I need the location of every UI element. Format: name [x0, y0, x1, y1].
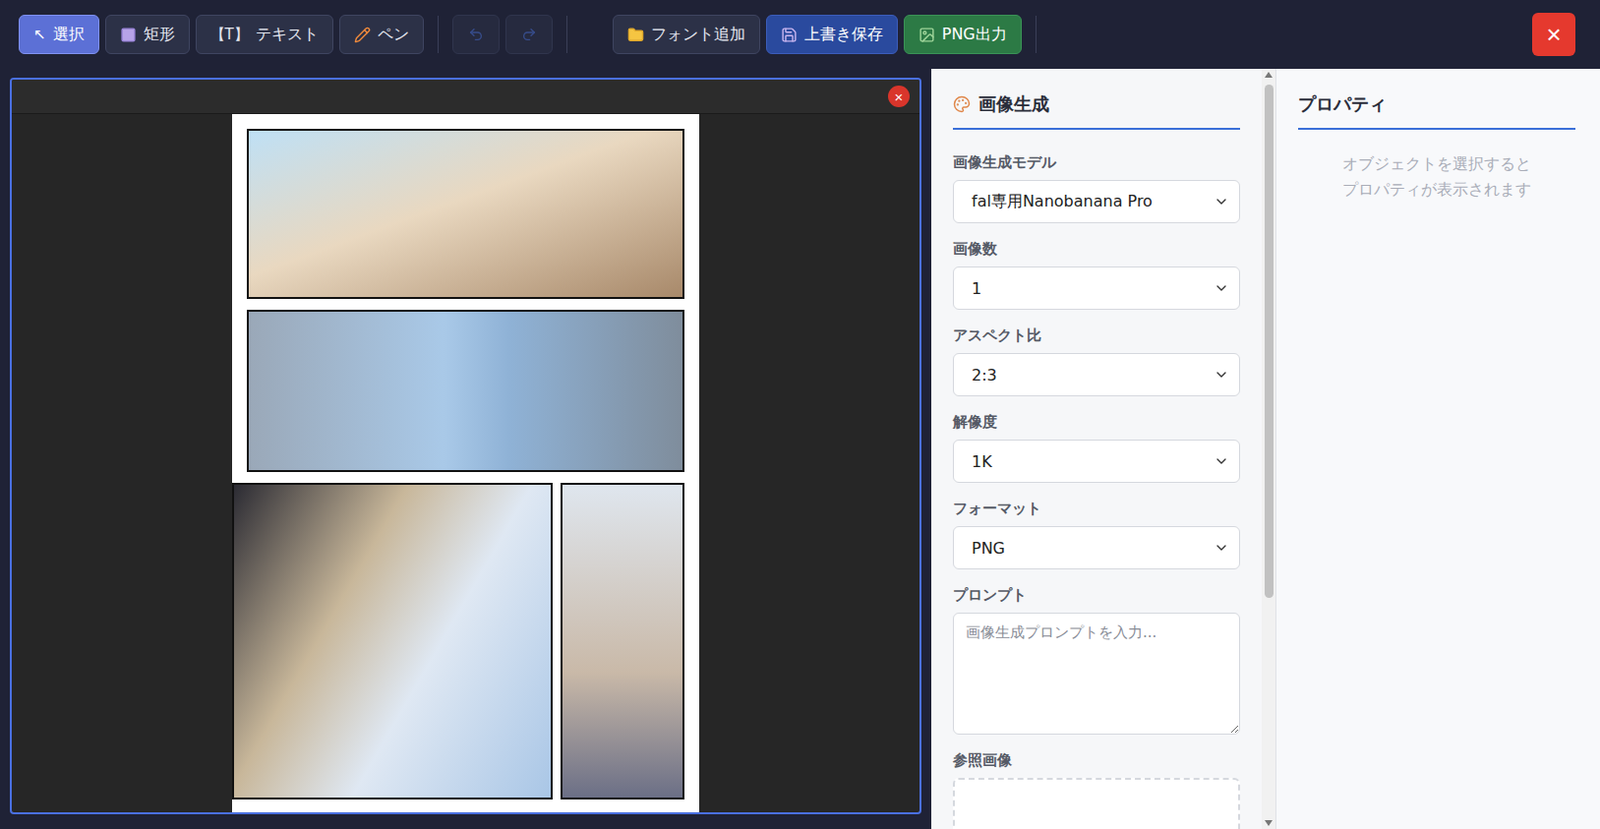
manga-panel[interactable]	[246, 309, 685, 473]
chevron-down-icon	[1213, 453, 1230, 470]
redo-button[interactable]	[505, 14, 553, 55]
select-field[interactable]: fal専用Nanobanana Pro	[952, 179, 1241, 224]
close-button[interactable]: ×	[1532, 12, 1576, 57]
tool-button[interactable]: ↖選択	[18, 14, 100, 55]
field-label: アスペクト比	[952, 326, 1241, 346]
editor-window: ↖選択矩形【T】テキストペンフォント追加上書き保存PNG出力××画像生成画像生成…	[0, 0, 1600, 829]
chevron-down-icon	[1213, 193, 1230, 210]
form-fields: 画像生成モデル fal専用Nanobanana Pro 画像数 1 アスペクト比 2:3 解…	[952, 153, 1241, 829]
properties-panel: プロパティオブジェクトを選択するとプロパティが表示されます	[1275, 68, 1600, 829]
scroll-down-icon[interactable]	[1263, 819, 1274, 828]
field-label: フォーマット	[952, 499, 1241, 519]
manga-page[interactable]	[232, 114, 700, 813]
form-field: アスペクト比 2:3	[952, 326, 1241, 397]
empty-message: オブジェクトを選択するとプロパティが表示されます	[1298, 151, 1576, 204]
chevron-down-icon	[1213, 539, 1230, 556]
canvas-panel: ×	[9, 77, 922, 815]
select-field[interactable]: 1	[952, 266, 1241, 310]
chevron-down-icon	[1213, 366, 1230, 383]
folder-icon	[627, 26, 645, 44]
form-field: 画像数 1	[952, 239, 1241, 310]
scroll-up-icon[interactable]	[1263, 70, 1274, 79]
canvas-header: ×	[11, 79, 920, 115]
canvas-close-button[interactable]: ×	[888, 85, 910, 108]
form-field: プロンプト	[952, 586, 1241, 735]
select-field[interactable]: PNG	[952, 526, 1241, 570]
undo-icon	[468, 26, 484, 43]
manga-row	[232, 482, 685, 800]
tool-glyph: ↖	[33, 25, 47, 44]
scrollbar-thumb[interactable]	[1264, 84, 1274, 598]
select-field[interactable]: 1K	[952, 439, 1241, 483]
panel-title: プロパティ	[1298, 92, 1576, 130]
tool-glyph: 【T】	[210, 25, 249, 45]
font-button[interactable]: フォント追加	[612, 14, 761, 55]
export-button[interactable]: PNG出力	[903, 14, 1022, 55]
prompt-textarea[interactable]	[952, 612, 1241, 735]
toolbar: ↖選択矩形【T】テキストペン フォント追加上書き保存PNG出力 ×	[0, 0, 1600, 69]
undo-button[interactable]	[452, 14, 500, 55]
redo-icon	[521, 26, 537, 43]
form-field: 参照画像	[952, 751, 1241, 829]
form-field: 画像生成モデル fal専用Nanobanana Pro	[952, 153, 1241, 224]
chevron-down-icon	[1213, 280, 1230, 297]
reference-image-dropzone[interactable]	[952, 777, 1241, 829]
field-label: 解像度	[952, 413, 1241, 432]
toolbar-separator	[566, 15, 568, 54]
tool-button[interactable]: 【T】テキスト	[195, 14, 334, 55]
field-label: 参照画像	[952, 751, 1241, 771]
toolbar-separator	[437, 15, 439, 54]
tool-button[interactable]: 矩形	[105, 14, 190, 55]
tool-button[interactable]: ペン	[339, 14, 424, 55]
rectangle-icon	[119, 26, 137, 44]
canvas-region: ×	[0, 68, 932, 829]
floppy-icon	[780, 26, 798, 44]
form-field: フォーマット PNG	[952, 499, 1241, 570]
field-label: 画像数	[952, 239, 1241, 259]
save-button[interactable]: 上書き保存	[766, 14, 898, 55]
form-field: 解像度 1K	[952, 413, 1241, 483]
manga-panel[interactable]	[560, 482, 685, 800]
canvas-area[interactable]	[11, 114, 920, 813]
select-field[interactable]: 2:3	[952, 353, 1241, 397]
scrollbar[interactable]	[1261, 68, 1276, 829]
field-label: プロンプト	[952, 586, 1241, 605]
toolbar-separator	[1035, 15, 1037, 54]
palette-icon	[952, 95, 971, 114]
pencil-icon	[354, 26, 371, 44]
image-generation-panel: 画像生成画像生成モデル fal専用Nanobanana Pro 画像数 1 アスペクト比…	[931, 68, 1276, 829]
generation-form: 画像生成画像生成モデル fal専用Nanobanana Pro 画像数 1 アスペクト比…	[931, 68, 1262, 829]
main-area: × 画像生成画像生成モデル fal専用Nanobanana Pro 画像数 1 アスペクト…	[0, 68, 1600, 829]
field-label: 画像生成モデル	[952, 153, 1241, 173]
image-icon	[918, 26, 936, 44]
manga-panel[interactable]	[246, 128, 685, 299]
panel-title: 画像生成	[952, 92, 1241, 130]
manga-panel[interactable]	[232, 482, 553, 800]
